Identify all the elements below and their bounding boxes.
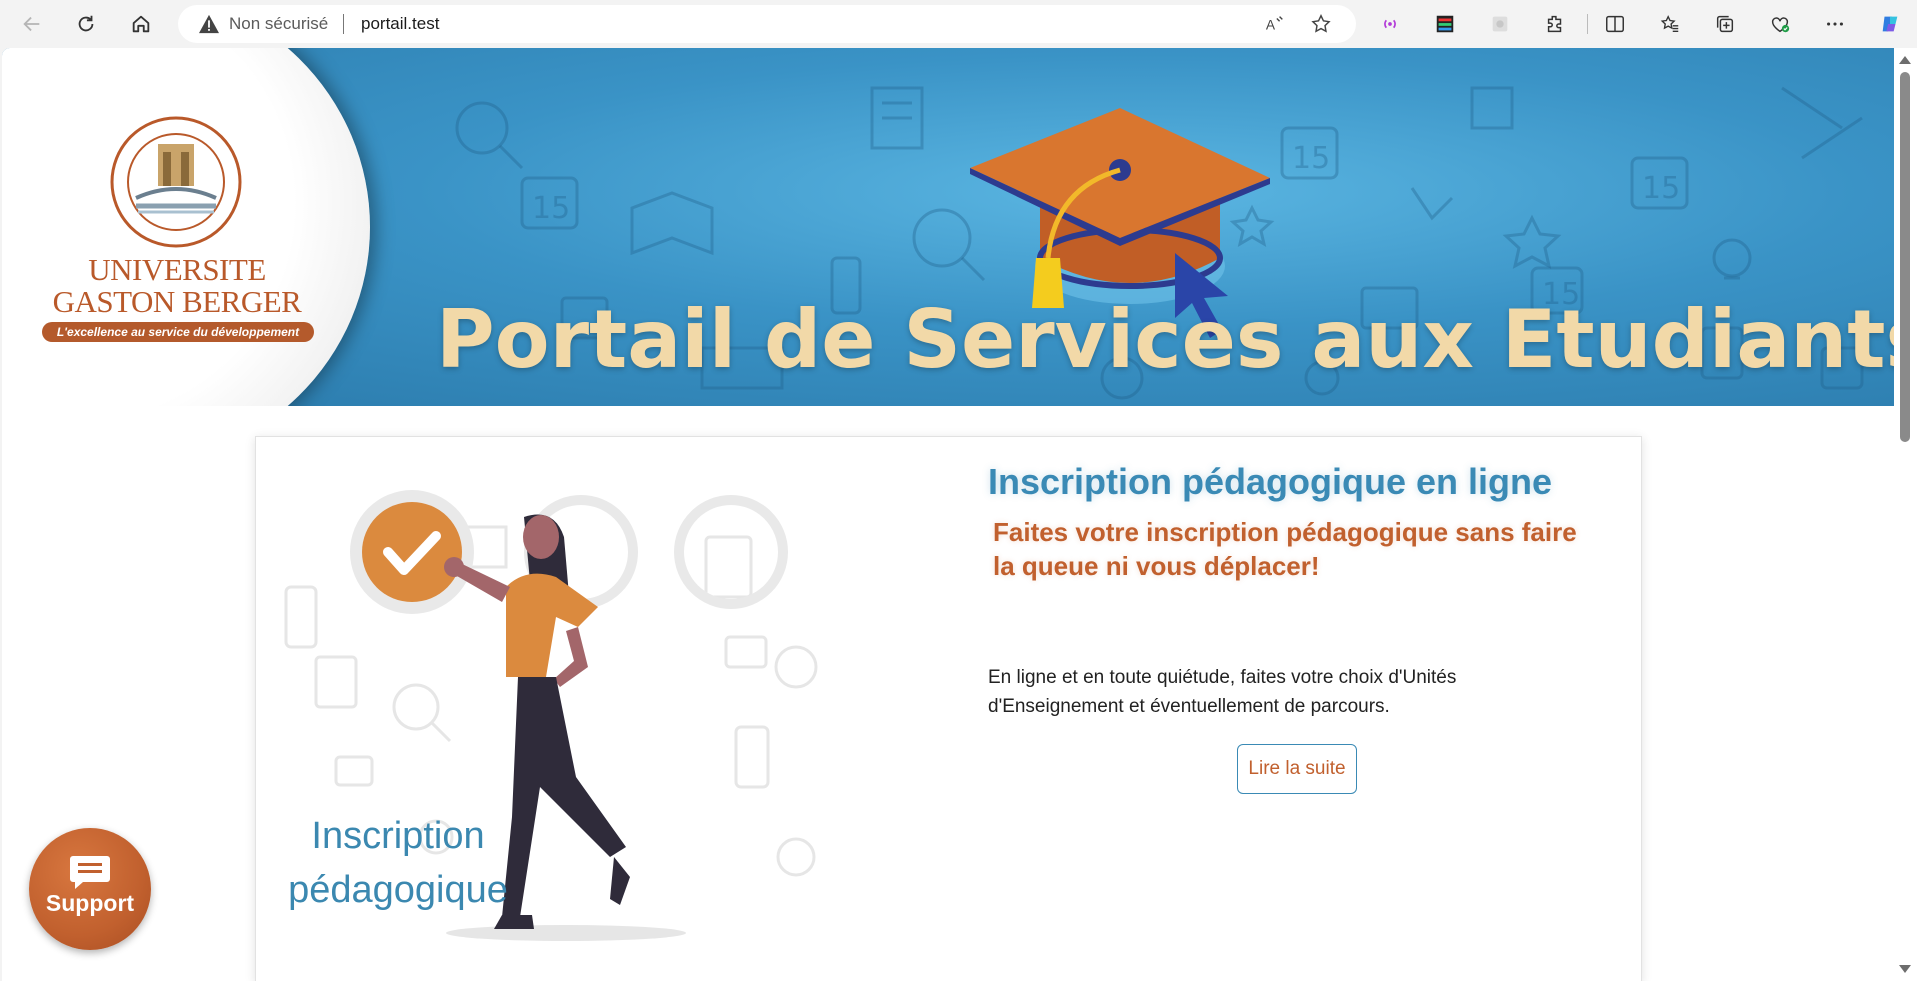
illustration-label: Inscription pédagogique (288, 809, 508, 917)
collections-button[interactable] (1707, 8, 1743, 40)
home-icon (132, 15, 150, 33)
university-seal-icon (110, 116, 242, 248)
feature-card-inscription: Inscription pédagogique Inscription péda… (255, 436, 1642, 981)
header-banner: 15 15 15 15 UNIVERSITE GASTON BERGER L'e… (2, 48, 1894, 406)
scroll-down-arrow-icon[interactable] (1899, 965, 1911, 973)
svg-text:15: 15 (1642, 171, 1680, 206)
security-status[interactable]: Non sécurisé (229, 14, 328, 34)
copilot-icon (1882, 16, 1898, 32)
read-more-button[interactable]: Lire la suite (1237, 744, 1357, 794)
copilot-button[interactable] (1872, 8, 1908, 40)
extension-color-button[interactable] (1427, 8, 1463, 40)
university-name-line1: UNIVERSITE (88, 252, 266, 287)
browser-toolbar: Non sécurisé portail.test A (0, 0, 1917, 48)
support-label: Support (45, 890, 135, 916)
puzzle-icon (1547, 15, 1562, 33)
url-text[interactable]: portail.test (361, 14, 439, 34)
arrow-left-icon (23, 16, 40, 32)
toolbar-divider (1587, 14, 1588, 34)
favorite-button[interactable] (1308, 12, 1334, 36)
collections-icon (1716, 15, 1734, 33)
extension-app-icon (1436, 15, 1454, 33)
card-subtitle-line1: Faites votre inscription pédagogique san… (993, 517, 1577, 547)
split-screen-button[interactable] (1597, 8, 1633, 40)
university-tagline: L'excellence au service du développement (42, 322, 314, 342)
illustration-label-line2: pédagogique (288, 869, 508, 911)
back-button[interactable] (14, 8, 50, 40)
read-aloud-icon: A (1266, 16, 1283, 33)
address-separator (343, 14, 344, 34)
university-name-line2: GASTON BERGER (52, 284, 302, 319)
read-aloud-button[interactable]: A (1262, 12, 1288, 36)
home-button[interactable] (123, 8, 159, 40)
refresh-button[interactable] (68, 8, 104, 40)
illustration-label-line1: Inscription (311, 815, 485, 857)
scrollbar-thumb[interactable] (1900, 72, 1910, 442)
scroll-up-arrow-icon[interactable] (1899, 56, 1911, 64)
svg-text:15: 15 (532, 191, 570, 226)
star-icon (1311, 14, 1331, 33)
extensions-button[interactable] (1537, 8, 1573, 40)
broadcast-icon (1384, 19, 1396, 29)
broadcast-button[interactable] (1372, 8, 1408, 40)
page-viewport: 15 15 15 15 UNIVERSITE GASTON BERGER L'e… (2, 48, 1894, 981)
extension-placeholder-icon (1492, 16, 1508, 32)
support-button[interactable]: Support (29, 828, 151, 950)
chat-bubble-icon (70, 856, 110, 889)
favorites-button[interactable] (1652, 8, 1688, 40)
card-title: Inscription pédagogique en ligne (988, 461, 1553, 502)
vertical-scrollbar[interactable] (1894, 48, 1917, 981)
heart-pulse-icon (1771, 17, 1790, 33)
card-subtitle-line2: la queue ni vous déplacer! (993, 551, 1320, 581)
warning-icon[interactable] (198, 14, 220, 34)
browser-essentials-button[interactable] (1762, 8, 1798, 40)
ellipsis-icon (1827, 22, 1843, 26)
card-description: En ligne et en toute quiétude, faites vo… (988, 663, 1548, 721)
extension-grey-button[interactable] (1482, 8, 1518, 40)
svg-text:A: A (1266, 18, 1276, 33)
card-subtitle: Faites votre inscription pédagogique san… (993, 515, 1593, 583)
favorites-list-icon (1660, 15, 1679, 33)
refresh-icon (78, 15, 94, 32)
banner-title: Portail de Services aux Etudiants (436, 293, 1894, 386)
more-menu-button[interactable] (1817, 8, 1853, 40)
card-description-line2: d'Enseignement et éventuellement de parc… (988, 696, 1390, 717)
address-bar[interactable]: Non sécurisé portail.test A (178, 5, 1356, 43)
card-description-line1: En ligne et en toute quiétude, faites vo… (988, 667, 1457, 688)
university-name: UNIVERSITE GASTON BERGER (42, 254, 312, 318)
split-screen-icon (1606, 15, 1624, 33)
